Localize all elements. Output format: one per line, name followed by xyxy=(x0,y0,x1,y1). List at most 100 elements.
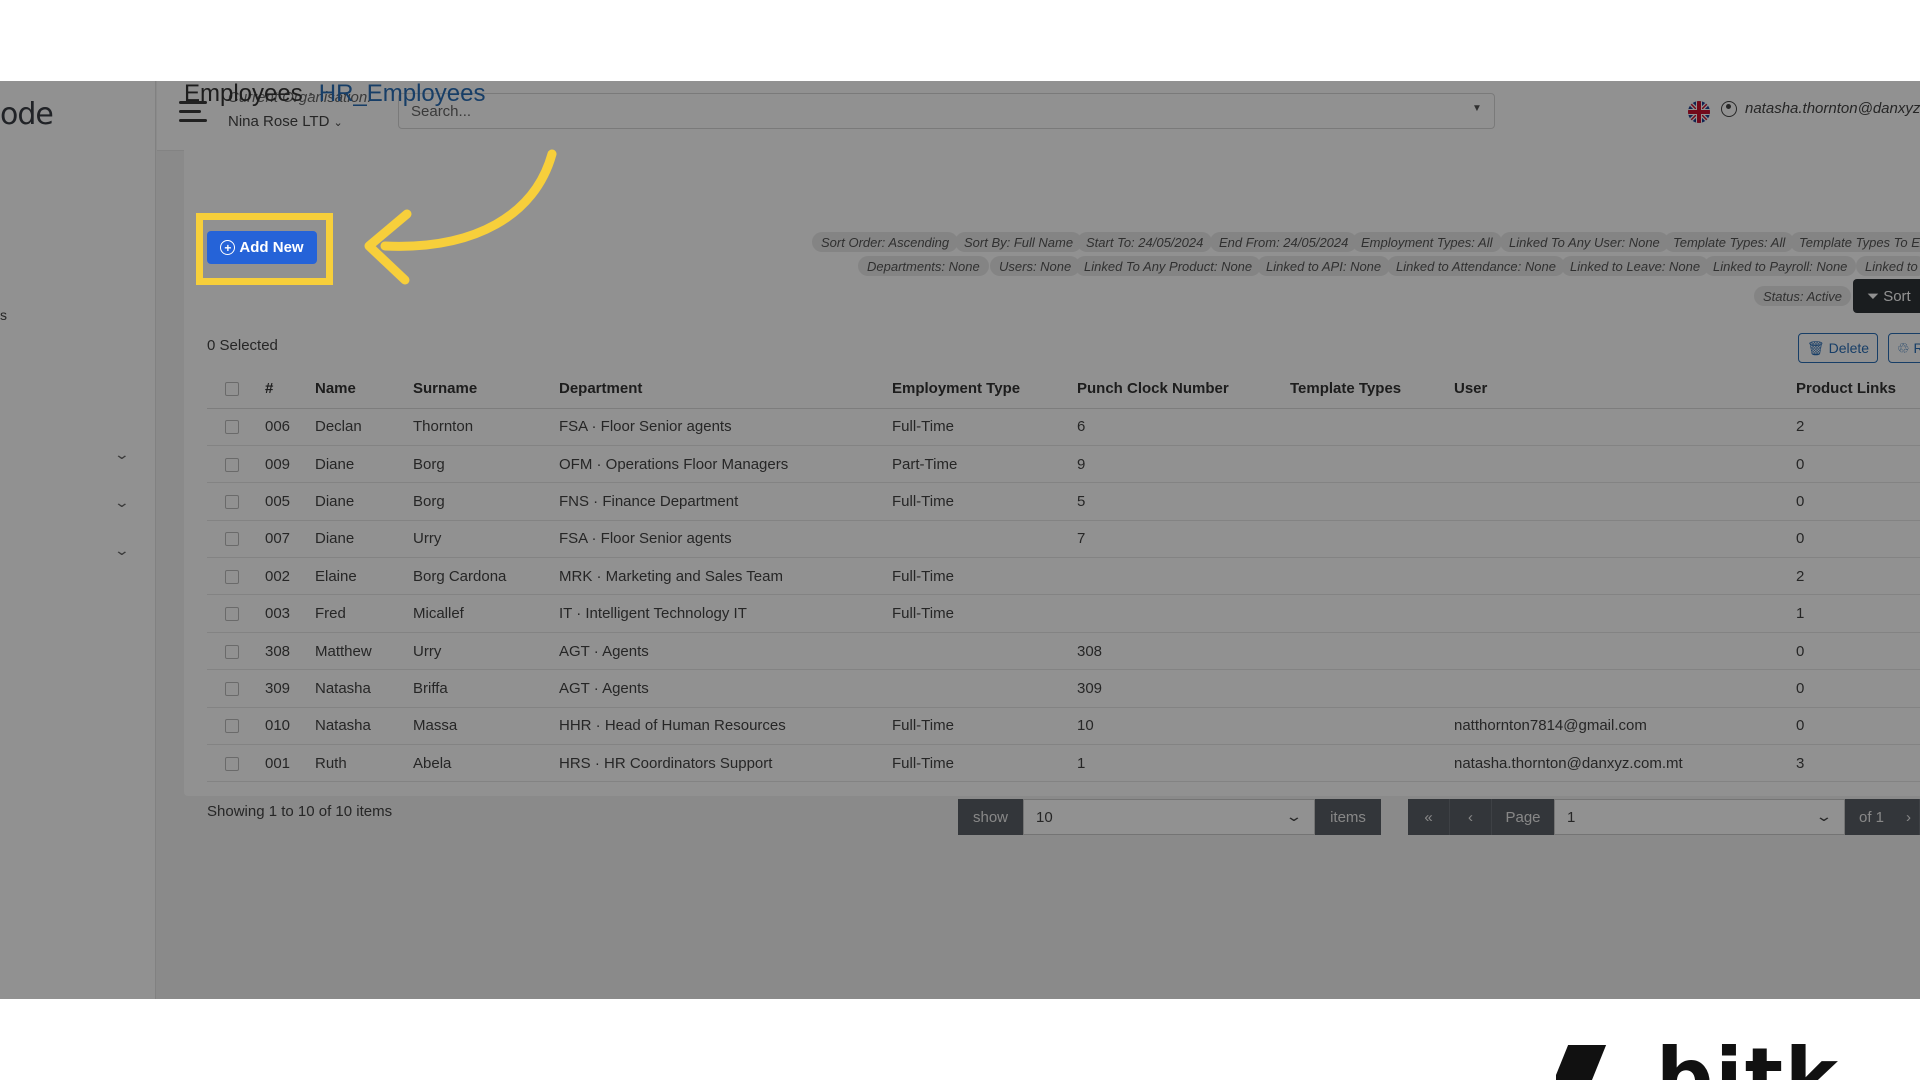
column-header-number[interactable]: # xyxy=(265,370,315,409)
table-row[interactable]: 308 Matthew Urry AGT · Agents 308 0 xyxy=(207,632,1920,671)
column-header-surname[interactable]: Surname xyxy=(413,370,559,409)
filter-chip[interactable]: Template Types To Exclude xyxy=(1790,232,1920,252)
next-page-button[interactable]: › xyxy=(1898,799,1920,835)
user-icon[interactable] xyxy=(1721,101,1737,117)
cell-template-types xyxy=(1290,408,1454,446)
cell-number: 010 xyxy=(265,707,315,746)
filter-chips-row: Status: Active xyxy=(0,286,1920,306)
cell-employment-type: Full-Time xyxy=(892,594,1077,633)
cell-number: 001 xyxy=(265,744,315,783)
table-row[interactable]: 309 Natasha Briffa AGT · Agents 309 0 xyxy=(207,669,1920,708)
chevron-down-icon[interactable]: ⌄ xyxy=(114,494,130,511)
cell-number: 003 xyxy=(265,594,315,633)
cell-surname: Borg xyxy=(413,482,559,521)
user-email[interactable]: natasha.thornton@danxyz.com.mt xyxy=(1745,100,1920,117)
row-checkbox[interactable] xyxy=(225,756,239,771)
row-checkbox[interactable] xyxy=(225,495,239,509)
breadcrumb-current[interactable]: HR_Employees xyxy=(319,80,486,107)
cell-department: FSA · Floor Senior agents xyxy=(559,520,892,559)
filter-chip[interactable]: Linked to API: None xyxy=(1257,256,1391,276)
filter-chip[interactable]: Employment Types: All xyxy=(1352,232,1502,252)
breadcrumb-section[interactable]: Employees xyxy=(184,80,303,107)
cell-number: 005 xyxy=(265,482,315,521)
cell-surname: Borg xyxy=(413,445,559,484)
table-row[interactable]: 010 Natasha Massa HHR · Head of Human Re… xyxy=(207,707,1920,746)
filter-chip[interactable]: Linked to Leave: None xyxy=(1561,256,1710,276)
row-checkbox[interactable] xyxy=(225,644,239,659)
delete-button[interactable]: 🗑 Delete xyxy=(1798,333,1878,363)
row-checkbox[interactable] xyxy=(225,681,239,696)
filter-chip[interactable]: Linked To Any Product: None xyxy=(1075,256,1262,276)
page-select[interactable]: 1 ⌄ xyxy=(1554,799,1845,835)
add-new-button[interactable]: + Add New xyxy=(207,231,317,264)
column-header-punch-clock[interactable]: Punch Clock Number xyxy=(1077,370,1290,409)
row-checkbox[interactable] xyxy=(225,719,239,734)
select-all-cell[interactable] xyxy=(207,370,265,409)
cell-punch-clock: 309 xyxy=(1077,669,1290,708)
cell-number: 007 xyxy=(265,520,315,559)
chevron-down-icon: ⌄ xyxy=(1815,808,1833,824)
select-all-checkbox[interactable] xyxy=(225,382,239,397)
row-checkbox[interactable] xyxy=(225,420,239,435)
filter-chip[interactable]: Sort Order: Ascending xyxy=(812,232,959,252)
restore-label: R xyxy=(1913,339,1920,356)
table-row[interactable]: 006 Declan Thornton FSA · Floor Senior a… xyxy=(207,408,1920,446)
sidebar-item-partial[interactable]: s xyxy=(0,307,7,323)
table-row[interactable]: 002 Elaine Borg Cardona MRK · Marketing … xyxy=(207,557,1920,596)
org-selector[interactable]: Nina Rose LTD ⌄ xyxy=(228,113,343,130)
table-row[interactable]: 005 Diane Borg FNS · Finance Department … xyxy=(207,482,1920,521)
table-row[interactable]: 001 Ruth Abela HRS · HR Coordinators Sup… xyxy=(207,744,1920,783)
chevron-down-icon[interactable]: ⌄ xyxy=(114,446,130,463)
cell-punch-clock: 10 xyxy=(1077,707,1290,746)
cell-department: HHR · Head of Human Resources xyxy=(559,707,892,746)
table-row[interactable]: 009 Diane Borg OFM · Operations Floor Ma… xyxy=(207,445,1920,484)
cell-name: Declan xyxy=(315,408,413,446)
row-checkbox[interactable] xyxy=(225,569,239,584)
filter-chip[interactable]: End From: 24/05/2024 xyxy=(1210,232,1358,252)
chevron-down-icon[interactable]: ⌄ xyxy=(114,542,130,559)
filter-chip[interactable]: Linked to xyxy=(1856,256,1920,276)
cell-product-links: 0 xyxy=(1796,520,1920,559)
cell-user xyxy=(1454,445,1796,484)
column-header-name[interactable]: Name xyxy=(315,370,413,409)
cell-product-links: 0 xyxy=(1796,707,1920,746)
first-page-button[interactable]: « xyxy=(1408,799,1450,835)
row-checkbox[interactable] xyxy=(225,532,239,547)
filter-chip[interactable]: Linked To Any User: None xyxy=(1500,232,1669,252)
employees-table: # Name Surname Department Employment Typ… xyxy=(207,370,1920,783)
sort-button[interactable]: ⏷ Sort xyxy=(1853,279,1920,313)
column-header-employment-type[interactable]: Employment Type xyxy=(892,370,1077,409)
sort-label: Sort xyxy=(1883,287,1911,305)
cell-surname: Abela xyxy=(413,744,559,783)
column-header-template-types[interactable]: Template Types xyxy=(1290,370,1454,409)
cell-employment-type: Full-Time xyxy=(892,707,1077,746)
filter-chip[interactable]: Start To: 24/05/2024 xyxy=(1077,232,1213,252)
caret-down-icon[interactable]: ▼ xyxy=(1472,103,1482,114)
table-row[interactable]: 007 Diane Urry FSA · Floor Senior agents… xyxy=(207,520,1920,559)
filter-chip[interactable]: Status: Active xyxy=(1754,286,1851,306)
cell-department: OFM · Operations Floor Managers xyxy=(559,445,892,484)
prev-page-button[interactable]: ‹ xyxy=(1450,799,1492,835)
cell-product-links: 0 xyxy=(1796,669,1920,708)
filter-chip[interactable]: Users: None xyxy=(990,256,1081,276)
column-header-user[interactable]: User xyxy=(1454,370,1796,409)
row-checkbox[interactable] xyxy=(225,607,239,622)
column-header-product-links[interactable]: Product Links xyxy=(1796,370,1920,409)
page-size-select[interactable]: 10 ⌄ xyxy=(1023,799,1315,835)
breadcrumb-separator: · xyxy=(306,80,315,107)
restore-button[interactable]: ♲ R xyxy=(1888,333,1920,363)
filter-chip[interactable]: Linked to Payroll: None xyxy=(1704,256,1857,276)
cell-template-types xyxy=(1290,744,1454,783)
row-checkbox[interactable] xyxy=(225,457,239,472)
table-row[interactable]: 003 Fred Micallef IT · Intelligent Techn… xyxy=(207,594,1920,633)
filter-chip[interactable]: Departments: None xyxy=(858,256,989,276)
filter-chip[interactable]: Linked to Attendance: None xyxy=(1387,256,1565,276)
filter-chip[interactable]: Template Types: All xyxy=(1664,232,1795,252)
search-input[interactable] xyxy=(398,93,1495,129)
cell-surname: Borg Cardona xyxy=(413,557,559,596)
cell-user xyxy=(1454,632,1796,671)
uk-flag-icon[interactable] xyxy=(1688,101,1710,123)
column-header-department[interactable]: Department xyxy=(559,370,892,409)
filter-chip[interactable]: Sort By: Full Name xyxy=(955,232,1083,252)
page-total-label: of 1 xyxy=(1845,799,1898,835)
